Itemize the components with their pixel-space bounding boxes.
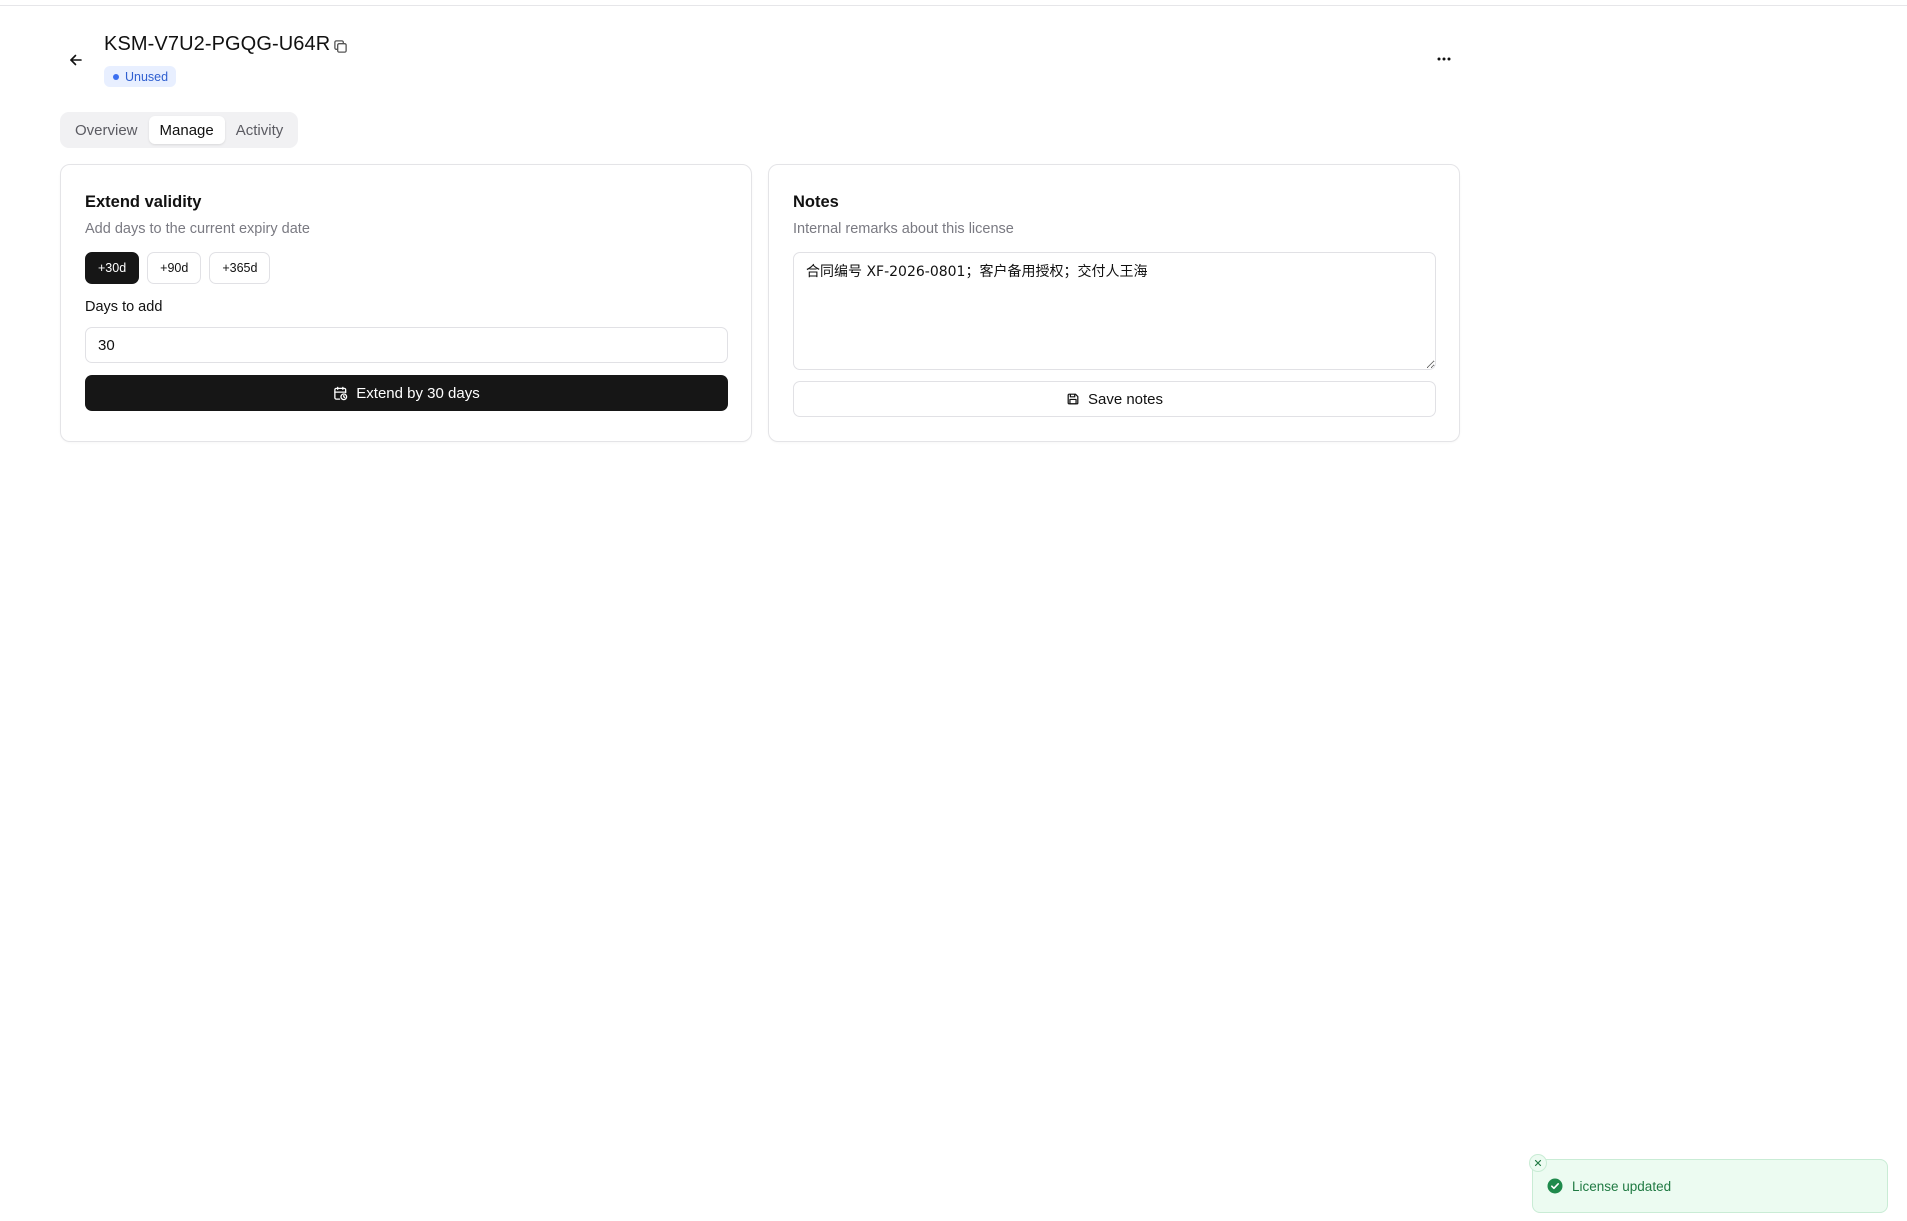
tab-activity[interactable]: Activity: [225, 116, 295, 144]
save-notes-button[interactable]: Save notes: [793, 381, 1436, 417]
save-icon: [1067, 393, 1079, 405]
extend-validity-card: Extend validity Add days to the current …: [60, 164, 752, 442]
arrow-left-icon: [70, 54, 82, 66]
copy-button[interactable]: [330, 36, 350, 56]
tab-bar: Overview Manage Activity: [60, 112, 299, 148]
preset-365d-button[interactable]: +365d: [209, 252, 271, 284]
copy-icon: [333, 39, 347, 53]
toast-close-button[interactable]: [1529, 1154, 1547, 1172]
close-icon: [1534, 1159, 1542, 1167]
more-horizontal-icon: [1437, 57, 1451, 61]
notes-card-title: Notes: [793, 193, 839, 211]
save-notes-label: Save notes: [1087, 390, 1164, 408]
preset-group: +30d +90d +365d: [85, 252, 271, 284]
extend-card-title: Extend validity: [85, 193, 202, 211]
extend-button[interactable]: Extend by 30 days: [85, 375, 728, 411]
notes-textarea[interactable]: 合同编号 XF-2026-0801；客户备用授权；交付人王海: [793, 252, 1436, 370]
notes-card-subtitle: Internal remarks about this license: [793, 221, 1014, 237]
page-title: KSM-V7U2-PGQG-U64R: [104, 33, 331, 55]
top-border: [0, 0, 1907, 6]
preset-90d-button[interactable]: +90d: [147, 252, 202, 284]
extend-card-subtitle: Add days to the current expiry date: [85, 221, 310, 237]
tab-overview[interactable]: Overview: [64, 116, 149, 144]
status-label: Unused: [125, 69, 169, 84]
tab-manage[interactable]: Manage: [148, 116, 225, 144]
status-dot-icon: [113, 73, 119, 80]
days-to-add-input[interactable]: [85, 327, 728, 363]
extend-button-label: Extend by 30 days: [356, 384, 480, 402]
status-badge: Unused: [104, 66, 177, 87]
more-options-button[interactable]: [1430, 47, 1458, 71]
toast-notification: License updated: [1529, 1154, 1888, 1213]
back-button[interactable]: [64, 48, 88, 72]
days-to-add-label: Days to add: [85, 299, 163, 315]
toast-message: License updated: [1572, 1178, 1672, 1194]
notes-card: Notes Internal remarks about this licens…: [768, 164, 1460, 442]
calendar-clock-icon: [334, 386, 348, 400]
check-circle-icon: [1547, 1178, 1563, 1194]
preset-30d-button[interactable]: +30d: [85, 252, 140, 284]
